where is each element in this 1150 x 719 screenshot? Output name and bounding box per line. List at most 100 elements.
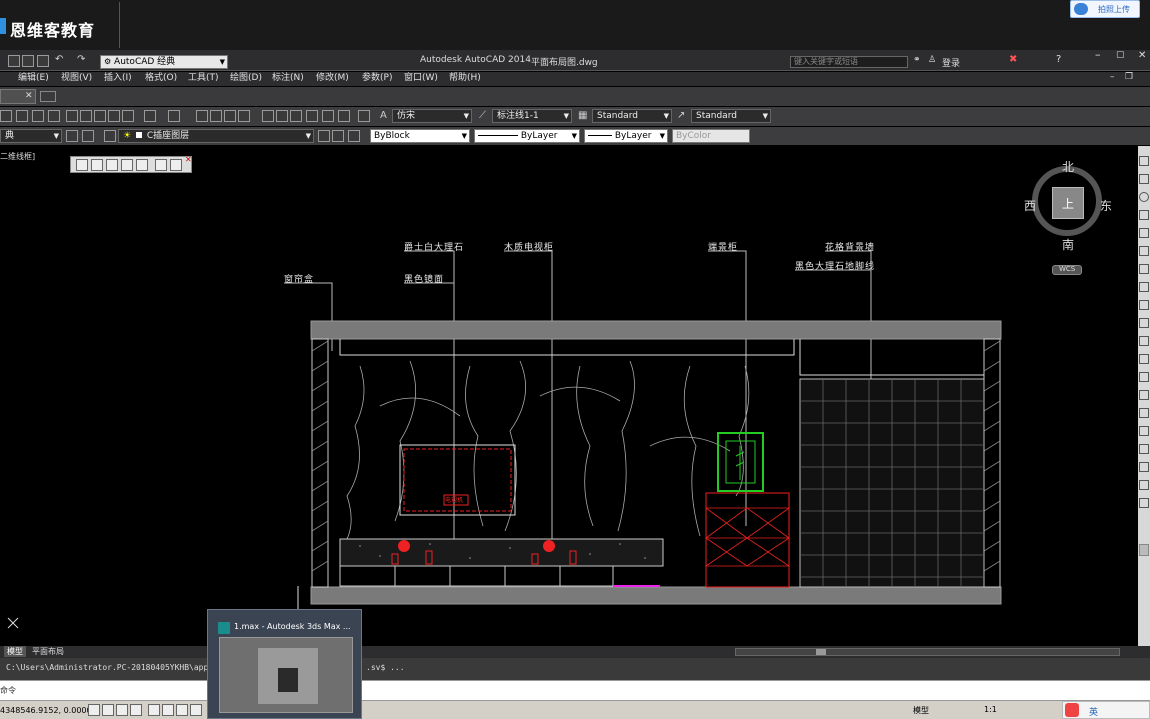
explode-icon[interactable] — [1139, 426, 1149, 436]
tool-icon[interactable] — [32, 110, 44, 122]
new-tab-button[interactable] — [40, 91, 56, 102]
linetype-select[interactable]: ByLayer ▼ — [474, 129, 580, 143]
mleader-style-select[interactable]: Standard ▼ — [691, 109, 771, 123]
layer-states-icon[interactable] — [104, 130, 116, 142]
mirror-icon[interactable] — [1139, 390, 1149, 400]
markup-icon[interactable] — [322, 110, 334, 122]
scroll-thumb[interactable] — [816, 649, 826, 655]
dim-style-select[interactable]: 标注线1-1 ▼ — [492, 109, 572, 123]
menu-insert[interactable]: 插入(I) — [104, 72, 132, 85]
vertical-scrollbar[interactable] — [1139, 544, 1149, 556]
extend-icon[interactable] — [1139, 354, 1149, 364]
plotstyle-select[interactable]: ByColor — [672, 129, 750, 143]
menu-view[interactable]: 视图(V) — [61, 72, 92, 85]
menu-format[interactable]: 格式(O) — [145, 72, 177, 85]
menu-draw[interactable]: 绘图(D) — [230, 72, 262, 85]
copy-icon[interactable] — [1139, 282, 1149, 292]
dimension-icon[interactable] — [1139, 498, 1149, 508]
preview-thumbnail[interactable] — [219, 637, 353, 713]
table-icon[interactable] — [1139, 480, 1149, 490]
ducs-icon[interactable] — [176, 704, 188, 716]
properties-icon[interactable] — [262, 110, 274, 122]
line-icon[interactable] — [1139, 156, 1149, 166]
model-space-button[interactable]: 模型 — [913, 705, 929, 716]
copy-icon[interactable] — [80, 110, 92, 122]
ime-language[interactable]: 英 — [1089, 705, 1098, 718]
coordinates-readout[interactable]: 4348546.9152, 0.0000 — [0, 706, 92, 715]
color-select[interactable]: ByBlock ▼ — [370, 129, 470, 143]
text-icon[interactable] — [1139, 444, 1149, 454]
redo-icon[interactable] — [168, 110, 180, 122]
menu-tools[interactable]: 工具(T) — [188, 72, 219, 85]
hatch-icon[interactable] — [1139, 246, 1149, 256]
workspace-select[interactable]: ⚙ AutoCAD 经典 ▼ — [100, 55, 228, 69]
trim-icon[interactable] — [1139, 336, 1149, 346]
undo-icon[interactable] — [144, 110, 156, 122]
horizontal-scrollbar[interactable] — [735, 648, 1120, 656]
lineweight-select[interactable]: ByLayer ▼ — [584, 129, 668, 143]
close-button[interactable]: ✕ — [1138, 50, 1146, 61]
tab-layout[interactable]: 平面布局 — [32, 646, 64, 657]
move-icon[interactable] — [1139, 264, 1149, 274]
rectangle-icon[interactable] — [1139, 210, 1149, 220]
zoom-icon[interactable] — [210, 110, 222, 122]
doc-minimize-button[interactable]: – — [1110, 72, 1115, 82]
zoom-window-icon[interactable] — [224, 110, 236, 122]
drawing-tab[interactable]: ✕ — [0, 89, 36, 104]
menu-parametric[interactable]: 参数(P) — [362, 72, 392, 85]
menu-dimension[interactable]: 标注(N) — [272, 72, 304, 85]
block-icon[interactable] — [1139, 462, 1149, 472]
pan-icon[interactable] — [196, 110, 208, 122]
login-button[interactable]: 登录 — [942, 56, 960, 69]
doc-restore-button[interactable]: ❐ — [1125, 72, 1133, 82]
help-icon[interactable] — [358, 110, 370, 122]
drawing-canvas[interactable]: 二维线框] ✕ 上 北 南 东 西 WCS 窗帘盒 爵士白大理石 黑色镜面 木质… — [0, 146, 1138, 646]
calculator-icon[interactable] — [338, 110, 350, 122]
help-icon[interactable]: ? — [1056, 54, 1061, 65]
new-icon[interactable] — [8, 55, 20, 67]
arc-icon[interactable] — [1139, 228, 1149, 238]
tool-icon[interactable] — [0, 110, 12, 122]
layer-previous-icon[interactable] — [332, 130, 344, 142]
gear-icon[interactable] — [66, 130, 78, 142]
upload-button[interactable]: 拍照上传 — [1070, 0, 1140, 18]
ime-toolbar[interactable]: 英 — [1062, 701, 1150, 719]
maximize-button[interactable]: ▢ — [1116, 50, 1125, 60]
polyline-icon[interactable] — [1139, 174, 1149, 184]
layer-manager-icon[interactable] — [82, 130, 94, 142]
table-style-select[interactable]: Standard ▼ — [592, 109, 672, 123]
fillet-icon[interactable] — [1139, 408, 1149, 418]
menu-edit[interactable]: 编辑(E) — [18, 72, 49, 85]
circle-icon[interactable] — [1139, 192, 1149, 202]
snap-icon[interactable] — [88, 704, 100, 716]
zoom-previous-icon[interactable] — [238, 110, 250, 122]
menu-help[interactable]: 帮助(H) — [449, 72, 481, 85]
tool-icon[interactable] — [48, 110, 60, 122]
workspace-mini-select[interactable]: 典 ▼ — [0, 129, 62, 143]
exchange-icon[interactable]: ✖ — [1009, 54, 1017, 65]
user-icon[interactable]: ♙ — [928, 55, 936, 65]
tool-palettes-icon[interactable] — [290, 110, 302, 122]
paste-icon[interactable] — [94, 110, 106, 122]
close-tab-icon[interactable]: ✕ — [25, 91, 33, 101]
grid-icon[interactable] — [102, 704, 114, 716]
osnap-icon[interactable] — [148, 704, 160, 716]
tab-model[interactable]: 模型 — [4, 646, 26, 657]
redo-icon[interactable]: ↷ — [77, 54, 85, 65]
menu-window[interactable]: 窗口(W) — [404, 72, 438, 85]
save-icon[interactable] — [22, 55, 34, 67]
make-current-icon[interactable] — [318, 130, 330, 142]
taskbar-preview[interactable]: 1.max - Autodesk 3ds Max ... — [207, 609, 362, 719]
text-style-select[interactable]: 仿宋 ▼ — [392, 109, 472, 123]
binoculars-icon[interactable]: ⚭ — [913, 55, 921, 65]
offset-icon[interactable] — [1139, 372, 1149, 382]
ortho-icon[interactable] — [116, 704, 128, 716]
otrack-icon[interactable] — [162, 704, 174, 716]
search-input[interactable]: 键入关键字或短语 — [790, 56, 908, 68]
dyn-icon[interactable] — [190, 704, 202, 716]
annotation-scale[interactable]: 1:1 — [984, 705, 997, 714]
tool-icon[interactable] — [108, 110, 120, 122]
scale-icon[interactable] — [1139, 318, 1149, 328]
polar-icon[interactable] — [130, 704, 142, 716]
tool-icon[interactable] — [16, 110, 28, 122]
